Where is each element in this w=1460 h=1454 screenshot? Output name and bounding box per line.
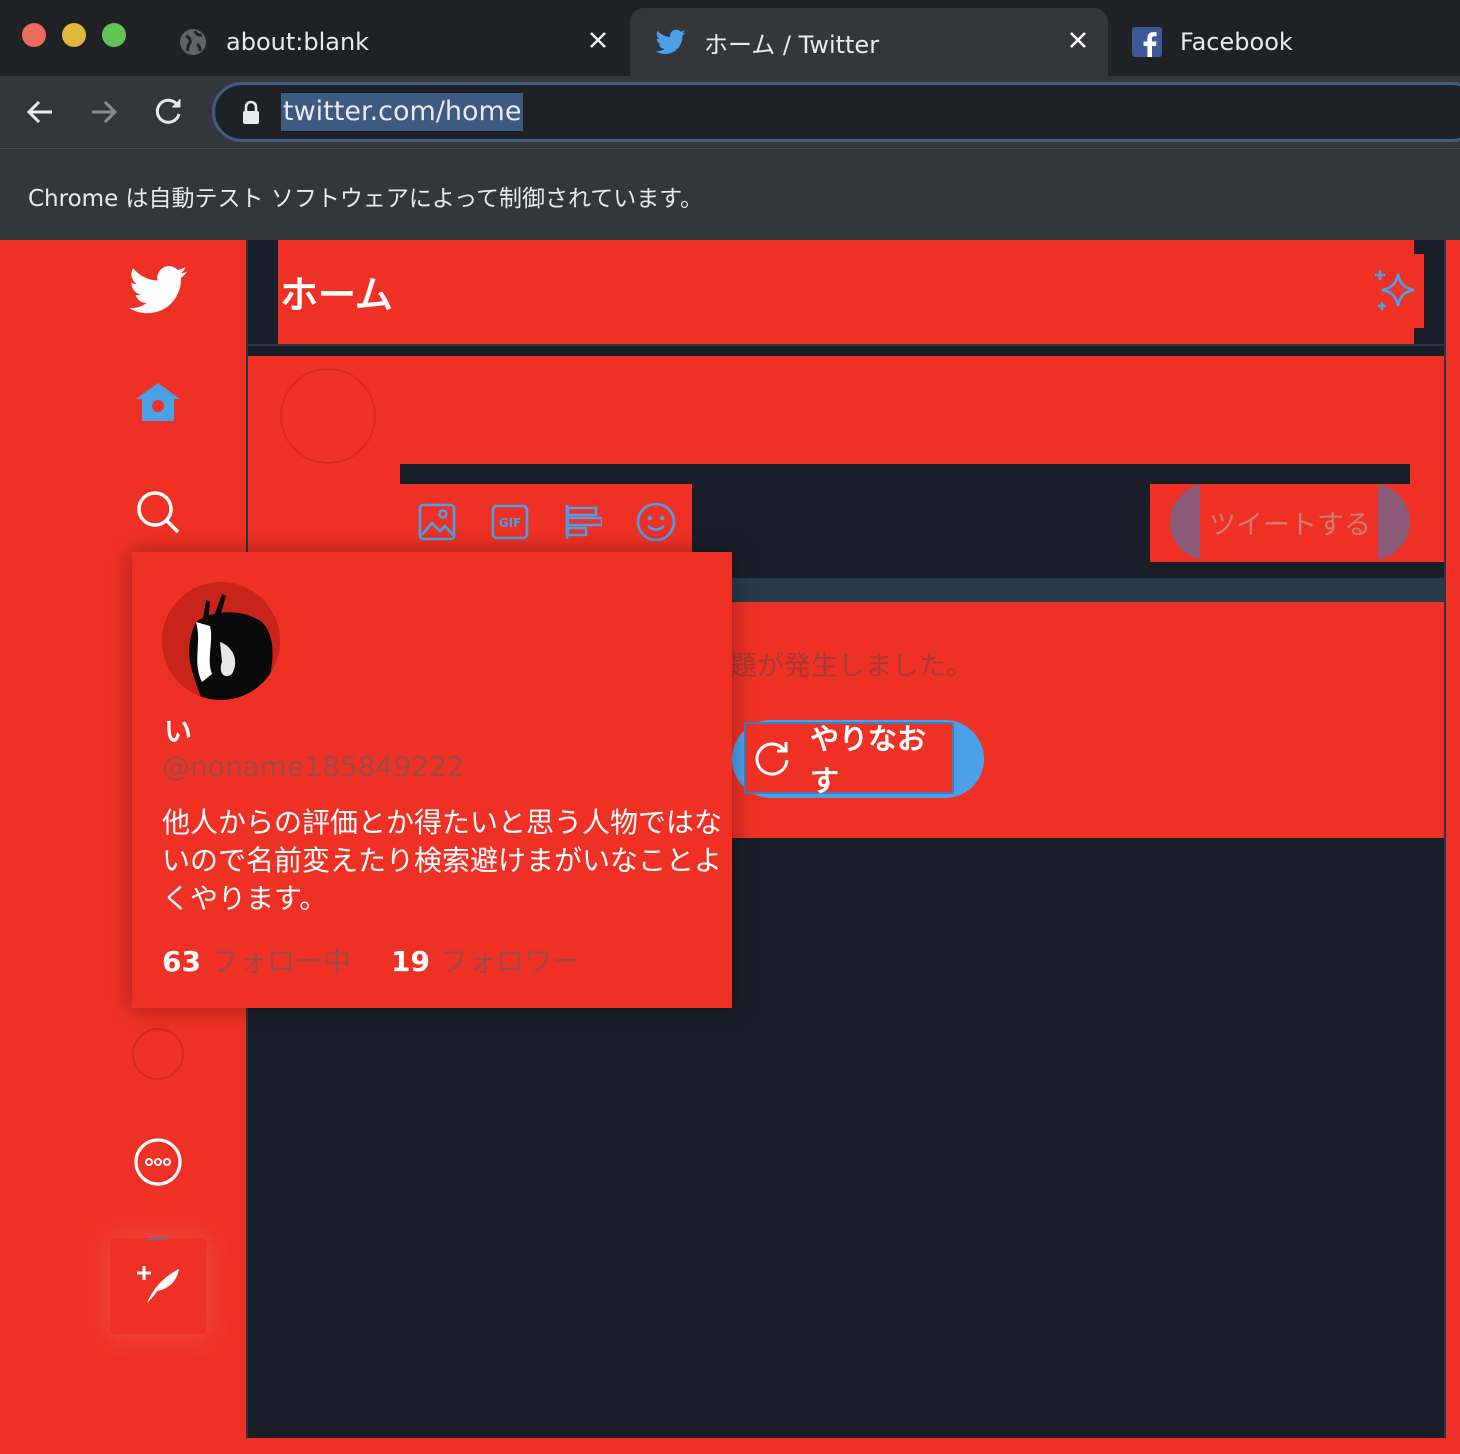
composer-avatar	[280, 368, 376, 464]
retry-button-inner: やりなおす	[744, 722, 954, 798]
browser-tabstrip: about:blank ホーム / Twitter Facebook	[0, 0, 1460, 76]
profile-bio: 他人からの評価とか得たいと思う人物ではないので名前変えたり検索避けまがいなことよ…	[162, 806, 723, 915]
tweet-button-label: ツイートする	[1209, 509, 1371, 541]
window-close-button[interactable]	[22, 23, 46, 47]
header-divider	[248, 344, 1444, 356]
window-zoom-button[interactable]	[102, 23, 126, 47]
tab-twitter-home[interactable]: ホーム / Twitter	[630, 8, 1108, 76]
tab-title: about:blank	[226, 28, 370, 56]
search-icon[interactable]	[130, 484, 186, 540]
followers-stat[interactable]: 19 フォロワー	[391, 940, 580, 980]
more-icon[interactable]	[130, 1134, 186, 1190]
lock-icon	[239, 100, 263, 126]
media-tools: GIF	[400, 484, 692, 560]
forward-arrow-icon[interactable]	[86, 94, 122, 130]
twitter-bird-icon	[656, 27, 686, 57]
tab-facebook[interactable]: Facebook	[1110, 8, 1460, 76]
header-edge	[1414, 254, 1432, 328]
gif-icon[interactable]: GIF	[473, 484, 546, 560]
back-arrow-icon[interactable]	[22, 94, 58, 130]
reload-icon[interactable]	[150, 94, 186, 130]
following-count: 63	[162, 945, 201, 978]
profile-handle[interactable]: @noname185849222	[162, 750, 465, 783]
tab-about-blank[interactable]: about:blank	[150, 8, 628, 76]
emoji-icon[interactable]	[619, 484, 692, 560]
tweet-button[interactable]: ツイートする	[1170, 484, 1410, 560]
profile-avatar[interactable]	[162, 582, 280, 700]
svg-text:GIF: GIF	[498, 516, 521, 530]
facebook-icon	[1132, 27, 1162, 57]
profile-stats: 63 フォロー中 19 フォロワー	[162, 940, 620, 980]
tab-title: Facebook	[1180, 28, 1293, 56]
tweet-composer: GIF ツイートする	[248, 356, 1444, 572]
address-bar[interactable]: twitter.com/home	[212, 82, 1460, 142]
retry-button-label: やりなおす	[810, 722, 927, 798]
twitter-logo-icon[interactable]	[128, 262, 190, 318]
page-title: ホーム	[280, 273, 393, 317]
tab-title: ホーム / Twitter	[704, 30, 880, 59]
followers-label: フォロワー	[439, 945, 580, 978]
tab-close-icon[interactable]	[1066, 28, 1090, 52]
compose-tweet-button[interactable]	[110, 1238, 206, 1334]
browser-toolbar: twitter.com/home	[0, 76, 1460, 148]
automation-infobar: Chrome は自動テスト ソフトウェアによって制御されています。	[0, 148, 1460, 240]
profile-name[interactable]: い	[164, 710, 192, 750]
screen: about:blank ホーム / Twitter Facebook twitt…	[0, 0, 1460, 1454]
error-text: 題が発生しました。	[730, 651, 973, 682]
followers-count: 19	[390, 945, 430, 978]
compose-quill-icon	[133, 1259, 183, 1313]
home-header: ホーム	[278, 240, 1415, 344]
following-label: フォロー中	[210, 945, 351, 978]
home-icon[interactable]	[130, 376, 186, 430]
tab-close-icon[interactable]	[586, 28, 610, 52]
account-avatar[interactable]	[132, 1028, 184, 1080]
tweet-button-area: ツイートする	[1150, 484, 1444, 562]
image-icon[interactable]	[400, 484, 473, 560]
refresh-icon	[752, 738, 792, 778]
globe-icon	[178, 27, 208, 57]
tweet-input[interactable]	[400, 464, 1410, 484]
infobar-text: Chrome は自動テスト ソフトウェアによって制御されています。	[28, 186, 704, 212]
retry-button[interactable]: やりなおす	[732, 720, 984, 798]
following-stat[interactable]: 63 フォロー中	[162, 940, 351, 980]
url-text[interactable]: twitter.com/home	[281, 93, 524, 131]
profile-hover-card: い @noname185849222 他人からの評価とか得たいと思う人物ではない…	[132, 552, 732, 1008]
poll-icon[interactable]	[546, 484, 619, 560]
window-minimize-button[interactable]	[62, 23, 86, 47]
